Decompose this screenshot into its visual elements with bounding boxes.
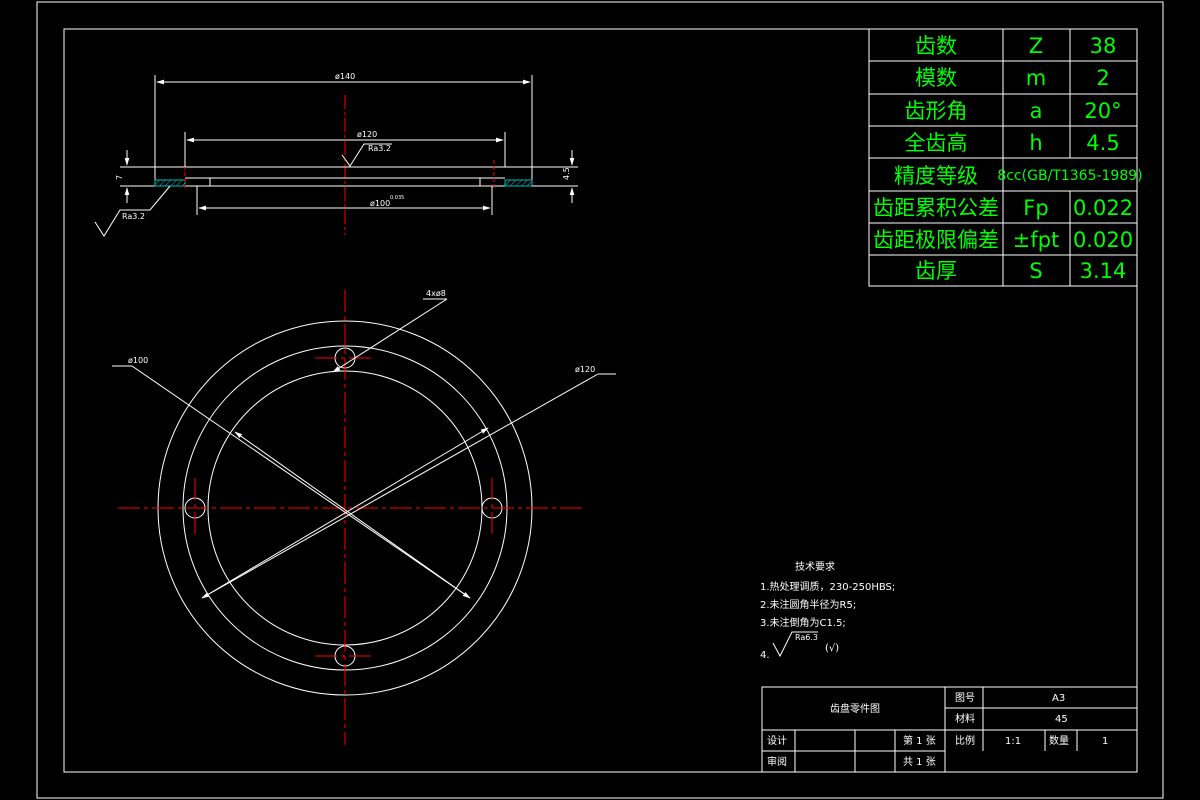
param-value-6: 0.020 xyxy=(1073,228,1133,252)
tech-title: 技术要求 xyxy=(795,560,835,573)
param-symbol-7: S xyxy=(1029,259,1042,283)
tech-item-1: 1.热处理调质，230-250HBS; xyxy=(760,580,895,593)
param-value-0: 38 xyxy=(1090,34,1117,58)
roughness-label-left: Ra3.2 xyxy=(122,212,145,221)
roughness-symbol-left xyxy=(94,185,171,237)
dim-height-left: 7 xyxy=(115,175,124,180)
param-symbol-6: ±fpt xyxy=(1013,228,1060,252)
dim-height-right: 4.5 xyxy=(562,167,571,180)
label-dia-left: ø100 xyxy=(128,356,148,365)
param-symbol-1: m xyxy=(1026,66,1046,90)
label-holes: 4xø8 xyxy=(426,289,446,298)
dim-outer-dia-top: ø140 xyxy=(335,72,355,81)
title-label-design: 设计 xyxy=(767,734,787,747)
param-value-2: 20° xyxy=(1084,99,1121,123)
param-symbol-2: a xyxy=(1030,99,1043,123)
title-label-total: 共 1 张 xyxy=(903,756,936,768)
param-symbol-4: 8cc(GB/T1365-1989) xyxy=(997,168,1142,184)
param-value-5: 0.022 xyxy=(1073,196,1133,220)
param-name-3: 全齿高 xyxy=(905,131,968,155)
roughness-label-top: Ra3.2 xyxy=(368,144,391,153)
title-drawing-name: 齿盘零件图 xyxy=(830,702,880,715)
title-qty: 1 xyxy=(1102,736,1108,747)
tech-paren: (√) xyxy=(825,643,839,654)
title-label-sheet: 第 1 张 xyxy=(903,734,936,747)
title-label-drawing-no: 图号 xyxy=(955,692,975,704)
dim-bore-dia-top: ø100 xyxy=(370,199,390,208)
param-name-0: 齿数 xyxy=(915,34,957,58)
tech-roughness: Ra6.3 xyxy=(795,633,818,642)
leader-holes xyxy=(332,298,448,373)
param-name-2: 齿形角 xyxy=(905,99,968,123)
dim-inner-dia-top: ø120 xyxy=(357,130,377,139)
cad-drawing-canvas: ø140 ø120 ø100 0.035 7 4.5 Ra3.2 Ra3.2 4… xyxy=(36,1,1164,799)
title-drawing-no: A3 xyxy=(1052,693,1065,704)
param-value-7: 3.14 xyxy=(1080,259,1127,283)
param-name-7: 齿厚 xyxy=(915,259,957,283)
param-symbol-0: Z xyxy=(1029,34,1043,58)
param-value-3: 4.5 xyxy=(1086,131,1119,155)
param-name-6: 齿距极限偏差 xyxy=(873,228,999,252)
title-label-review: 审阅 xyxy=(767,755,787,768)
title-label-qty: 数量 xyxy=(1049,734,1069,747)
leader-dia-left xyxy=(131,365,471,599)
outer-frame xyxy=(36,1,1164,799)
tech-item-4: 4. xyxy=(760,650,770,661)
dim-bore-tol: 0.035 xyxy=(390,195,404,201)
param-symbol-3: h xyxy=(1029,131,1042,155)
param-name-4: 精度等级 xyxy=(894,164,978,188)
param-name-5: 齿距累积公差 xyxy=(873,196,999,220)
title-material: 45 xyxy=(1055,714,1068,725)
hatch-right xyxy=(504,179,533,187)
param-name-1: 模数 xyxy=(915,66,957,90)
title-scale: 1:1 xyxy=(1005,736,1021,747)
param-symbol-5: Fp xyxy=(1023,196,1048,220)
title-label-scale: 比例 xyxy=(955,734,975,747)
tech-item-3: 3.未注倒角为C1.5; xyxy=(760,616,846,629)
tech-item-2: 2.未注圆角半径为R5; xyxy=(760,598,856,611)
param-value-1: 2 xyxy=(1096,66,1109,90)
title-label-material: 材料 xyxy=(955,712,975,725)
title-block xyxy=(761,686,1138,773)
label-dia-right: ø120 xyxy=(575,365,595,374)
hatch-left xyxy=(154,179,186,187)
section-view xyxy=(94,75,578,237)
plan-view xyxy=(112,290,616,745)
leader-dia-right xyxy=(201,373,599,599)
